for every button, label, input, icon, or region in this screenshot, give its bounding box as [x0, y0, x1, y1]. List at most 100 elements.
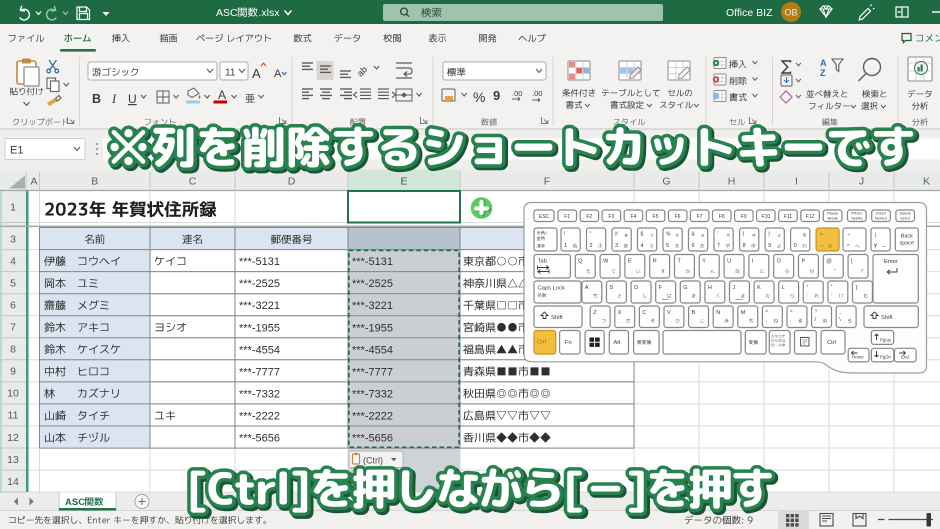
svg-text:***-5131: ***-5131 — [239, 256, 280, 268]
svg-text:<: < — [765, 309, 768, 314]
svg-text:F4: F4 — [630, 214, 636, 220]
svg-text:***-2525: ***-2525 — [239, 278, 280, 290]
svg-text:Back: Back — [901, 234, 913, 240]
svg-text:D: D — [634, 285, 638, 291]
svg-text:I: I — [795, 176, 798, 188]
svg-text:Shift: Shift — [551, 315, 563, 321]
svg-text:V: V — [667, 310, 671, 316]
svg-text:C: C — [642, 310, 646, 316]
svg-text:***-2222: ***-2222 — [352, 410, 393, 422]
svg-text:Office BIZ: Office BIZ — [726, 7, 773, 19]
svg-text:ScrLk: ScrLk — [900, 215, 910, 220]
svg-text:@: @ — [826, 259, 832, 265]
svg-text:7: 7 — [717, 243, 720, 249]
svg-text:F10: F10 — [762, 214, 771, 220]
svg-text:ASC: ASC — [216, 7, 238, 19]
svg-text:U: U — [128, 92, 137, 106]
svg-text:***-5656: ***-5656 — [352, 433, 393, 445]
svg-text:W: W — [603, 259, 609, 265]
svg-text:SysRq: SysRq — [851, 215, 862, 220]
svg-text:N: N — [716, 310, 720, 316]
svg-text:D: D — [288, 176, 296, 188]
svg-text:6: 6 — [10, 299, 16, 311]
svg-text:H: H — [708, 285, 712, 291]
svg-text:8: 8 — [10, 344, 16, 356]
svg-text:F8: F8 — [719, 214, 725, 220]
svg-text:11: 11 — [8, 410, 19, 422]
svg-text:G: G — [683, 285, 687, 291]
svg-text:A: A — [30, 176, 37, 188]
svg-text:*: * — [831, 284, 833, 289]
svg-text:>: > — [790, 309, 793, 314]
svg-text:": " — [590, 232, 592, 238]
svg-text:12: 12 — [7, 432, 19, 444]
svg-text:O: O — [777, 259, 782, 265]
svg-text:***-2222: ***-2222 — [239, 410, 280, 422]
svg-text:***-5656: ***-5656 — [239, 433, 280, 445]
svg-text:5: 5 — [666, 243, 669, 249]
svg-text:Q: Q — [578, 259, 583, 265]
svg-text:End: End — [901, 355, 909, 360]
svg-text:M: M — [741, 310, 746, 316]
svg-text:(Ctrl): (Ctrl) — [363, 456, 383, 466]
svg-text:***-5131: ***-5131 — [352, 256, 393, 268]
svg-text:$: $ — [641, 232, 644, 238]
svg-text:+: + — [806, 284, 809, 289]
svg-text:7: 7 — [10, 322, 16, 334]
svg-text:ASC: ASC — [65, 497, 85, 508]
svg-text:space: space — [900, 241, 914, 247]
svg-text:***-1955: ***-1955 — [352, 322, 393, 334]
svg-text:F: F — [544, 176, 550, 188]
svg-text:#: # — [615, 232, 618, 238]
svg-text:L: L — [782, 285, 785, 291]
svg-text:|: | — [875, 233, 876, 239]
svg-text:U: U — [727, 259, 731, 265]
svg-text:B: B — [92, 92, 101, 106]
svg-text:***-7332: ***-7332 — [239, 388, 280, 400]
svg-text:Alt: Alt — [614, 340, 621, 346]
svg-text:F1: F1 — [564, 214, 570, 220]
svg-text:4: 4 — [10, 255, 16, 267]
svg-text:P: P — [802, 259, 806, 265]
svg-text:F9: F9 — [741, 214, 747, 220]
svg-text:A: A — [218, 88, 226, 102]
svg-text:B: B — [91, 176, 98, 188]
svg-text:C: C — [189, 176, 197, 188]
svg-text:Shift: Shift — [881, 315, 893, 321]
svg-text:F11: F11 — [784, 214, 792, 220]
svg-text:F6: F6 — [675, 214, 681, 220]
svg-text:11: 11 — [225, 68, 236, 79]
svg-text:X: X — [618, 310, 622, 316]
svg-text:R: R — [653, 259, 657, 265]
svg-text:***-7777: ***-7777 — [239, 366, 280, 378]
svg-text:9: 9 — [493, 88, 500, 103]
svg-text:.00: .00 — [532, 89, 542, 98]
svg-text:A: A — [585, 285, 589, 291]
svg-text:^: ^ — [847, 244, 850, 250]
svg-text:1: 1 — [564, 243, 567, 249]
svg-text:=: = — [820, 232, 823, 238]
svg-text:***-4554: ***-4554 — [352, 344, 393, 356]
svg-text:ESC: ESC — [539, 214, 550, 220]
svg-text:***-1955: ***-1955 — [239, 322, 280, 334]
svg-text:B: B — [692, 310, 696, 316]
svg-text:.00: .00 — [512, 89, 522, 98]
svg-text:***-7332: ***-7332 — [352, 388, 393, 400]
svg-text:13: 13 — [7, 454, 19, 466]
svg-text:': ' — [717, 232, 718, 238]
svg-text:E: E — [400, 176, 407, 188]
svg-text:S: S — [610, 285, 614, 291]
svg-text:Caps Lock: Caps Lock — [538, 286, 565, 292]
svg-text:J: J — [733, 285, 736, 291]
svg-text:Enter: Enter — [884, 259, 898, 265]
svg-text:OB: OB — [784, 8, 797, 18]
svg-text:E: E — [628, 259, 632, 265]
svg-text:3: 3 — [615, 243, 618, 249]
svg-text:F3: F3 — [608, 214, 614, 220]
svg-text:9: 9 — [768, 243, 771, 249]
svg-text:Break: Break — [828, 215, 838, 220]
svg-text:Y: Y — [702, 259, 706, 265]
svg-text:***-3221: ***-3221 — [352, 300, 393, 312]
svg-text:10: 10 — [7, 388, 19, 400]
svg-text:J: J — [859, 176, 864, 188]
